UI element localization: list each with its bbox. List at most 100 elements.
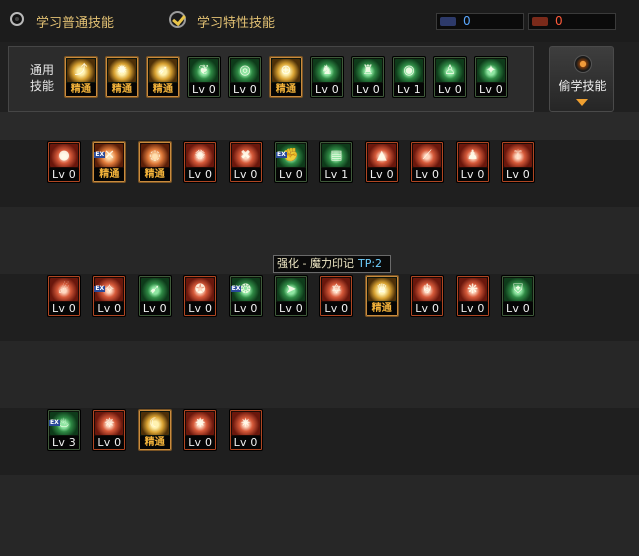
fireball-glyph: ● bbox=[58, 148, 70, 163]
skill-slot-common-9[interactable]: ♙ Lv 0 bbox=[433, 56, 467, 98]
tooltip-tp-cost: TP:2 bbox=[357, 257, 383, 270]
charge-glyph: ➤ bbox=[285, 282, 297, 297]
star-glyph: ✷ bbox=[240, 416, 252, 431]
skill-slot-r2-3[interactable]: ✸ Lv 0 bbox=[183, 409, 218, 451]
skill-slot-r0-10[interactable]: ⚚ Lv 0 bbox=[501, 141, 535, 183]
skill-slot-common-2[interactable]: ➶ 精通 bbox=[146, 56, 180, 98]
skill-level: Lv 0 bbox=[94, 436, 125, 449]
whirl-glyph: ◌ bbox=[149, 148, 161, 163]
skill-slot-r0-5[interactable]: ✊ EX Lv 0 bbox=[274, 141, 308, 183]
skill-level: Lv 0 bbox=[185, 302, 216, 315]
steal-skill-button[interactable]: 偷学技能 bbox=[549, 46, 614, 112]
shield-glyph: ⛨ bbox=[513, 282, 523, 297]
sp-2-value: 0 bbox=[555, 14, 563, 28]
comet-glyph: ☄ bbox=[58, 282, 70, 297]
skill-slot-r1-9[interactable]: ❋ Lv 0 bbox=[455, 275, 490, 317]
leap-glyph: ⤴ bbox=[74, 63, 88, 78]
skill-level: 精通 bbox=[107, 83, 137, 96]
crosshair-glyph: ⊕ bbox=[280, 63, 292, 78]
ward-glyph: ✦ bbox=[485, 63, 497, 78]
skill-slot-r1-5[interactable]: ➤ Lv 0 bbox=[274, 275, 308, 317]
steal-orb-icon bbox=[574, 55, 592, 73]
normal-skill-tab-label[interactable]: 学习普通技能 bbox=[36, 12, 114, 31]
skill-slot-r1-7[interactable]: ♛ 精通 bbox=[364, 275, 399, 317]
skill-slot-common-3[interactable]: ❦ Lv 0 bbox=[187, 56, 221, 98]
special-skill-check-icon[interactable] bbox=[169, 11, 186, 28]
common-skill-label: 通用 技能 bbox=[24, 62, 60, 94]
skill-level: Lv 0 bbox=[476, 83, 506, 96]
skill-level: Lv 0 bbox=[412, 302, 443, 315]
skill-level: Lv 0 bbox=[276, 168, 306, 181]
skill-slot-r2-0[interactable]: ♨ EX Lv 3 bbox=[47, 409, 81, 451]
skill-slot-r1-3[interactable]: ✪ Lv 0 bbox=[183, 275, 218, 317]
dropdown-arrow-icon bbox=[576, 99, 588, 106]
dragon-glyph: ☬ bbox=[422, 282, 432, 297]
skill-level: Lv 0 bbox=[353, 83, 383, 96]
skill-slot-r0-3[interactable]: ✺ Lv 0 bbox=[183, 141, 218, 183]
skill-level: Lv 0 bbox=[94, 302, 125, 315]
skill-slot-r1-1[interactable]: ✧ EX Lv 0 bbox=[92, 275, 127, 317]
skill-slot-r1-6[interactable]: ✡ Lv 0 bbox=[319, 275, 354, 317]
skill-slot-r0-7[interactable]: ▲ Lv 0 bbox=[364, 141, 399, 183]
ex-badge: EX bbox=[94, 285, 106, 292]
skill-slot-common-5[interactable]: ⊕ 精通 bbox=[269, 56, 303, 98]
special-skill-tab-label[interactable]: 学习特性技能 bbox=[197, 12, 275, 31]
dash-glyph: ➶ bbox=[157, 63, 169, 78]
skill-slot-r0-4[interactable]: ✖ Lv 0 bbox=[228, 141, 263, 183]
skill-slot-common-7[interactable]: ♜ Lv 0 bbox=[351, 56, 385, 98]
moon-glyph: ☾ bbox=[148, 416, 161, 431]
skill-slot-r1-4[interactable]: ❂ EX Lv 0 bbox=[228, 275, 263, 317]
vortex-glyph: ✵ bbox=[103, 416, 115, 431]
crown-glyph: ♛ bbox=[375, 282, 388, 297]
skill-slot-r1-8[interactable]: ☬ Lv 0 bbox=[410, 275, 445, 317]
skill-level: Lv 0 bbox=[230, 168, 261, 181]
staff-glyph: ⚚ bbox=[512, 148, 524, 163]
skill-slot-common-4[interactable]: ◎ Lv 0 bbox=[228, 56, 262, 98]
skill-level: Lv 0 bbox=[230, 83, 260, 96]
skill-slot-r1-10[interactable]: ⛨ Lv 0 bbox=[501, 275, 535, 317]
skill-tooltip: 强化 - 魔力印记 TP:2 bbox=[273, 255, 391, 273]
beast-glyph: ✪ bbox=[194, 282, 206, 297]
slash-glyph: ⟋ bbox=[422, 148, 432, 163]
top-bar: 学习普通技能 学习特性技能 0 0 bbox=[0, 0, 639, 42]
skill-slot-r0-8[interactable]: ⟋ Lv 0 bbox=[410, 141, 445, 183]
skill-slot-r1-2[interactable]: ➹ Lv 0 bbox=[137, 275, 172, 317]
ex-badge: EX bbox=[49, 419, 60, 426]
sp-2-icon bbox=[532, 17, 548, 26]
skill-slot-r0-0[interactable]: ● Lv 0 bbox=[47, 141, 81, 183]
skill-level: Lv 0 bbox=[185, 168, 216, 181]
target-glyph: ◎ bbox=[239, 63, 251, 78]
row-band-7 bbox=[0, 475, 639, 556]
runner-glyph: ➹ bbox=[149, 282, 161, 297]
skill-slot-r2-4[interactable]: ✷ Lv 0 bbox=[228, 409, 263, 451]
sp-box-1: 0 bbox=[436, 13, 524, 30]
normal-skill-radio[interactable] bbox=[10, 12, 24, 26]
soldier-glyph: ♞ bbox=[321, 63, 333, 78]
burst-glyph: ✹ bbox=[116, 63, 128, 78]
skill-level: Lv 0 bbox=[457, 168, 488, 181]
skill-slot-common-0[interactable]: ⤴ 精通 bbox=[64, 56, 98, 98]
skill-slot-r0-2[interactable]: ◌ 精通 bbox=[137, 141, 172, 183]
skill-slot-r2-1[interactable]: ✵ Lv 0 bbox=[92, 409, 127, 451]
skill-slot-r1-0[interactable]: ☄ Lv 0 bbox=[47, 275, 81, 317]
skill-slot-r2-2[interactable]: ☾ 精通 bbox=[137, 409, 172, 451]
skill-slot-common-8[interactable]: ◉ Lv 1 bbox=[392, 56, 426, 98]
skill-level: 精通 bbox=[148, 83, 178, 96]
skill-level: Lv 0 bbox=[230, 302, 261, 315]
skill-slot-r0-6[interactable]: ▤ Lv 1 bbox=[319, 141, 354, 183]
skill-level: Lv 0 bbox=[312, 83, 342, 96]
skill-level: Lv 0 bbox=[412, 168, 443, 181]
skill-level: 精通 bbox=[139, 436, 170, 449]
skill-slot-r0-1[interactable]: ✕ EX 精通 bbox=[92, 141, 127, 183]
skill-level: Lv 0 bbox=[230, 436, 261, 449]
skill-slot-common-10[interactable]: ✦ Lv 0 bbox=[474, 56, 508, 98]
skill-slot-common-1[interactable]: ✹ 精通 bbox=[105, 56, 139, 98]
skill-level: Lv 0 bbox=[457, 302, 488, 315]
skill-slot-r0-9[interactable]: ♟ Lv 0 bbox=[455, 141, 490, 183]
skill-level: Lv 0 bbox=[321, 302, 352, 315]
skill-level: Lv 0 bbox=[366, 168, 397, 181]
row-band-1 bbox=[0, 112, 639, 140]
skill-slot-common-6[interactable]: ♞ Lv 0 bbox=[310, 56, 344, 98]
witch-glyph: ▲ bbox=[376, 148, 387, 163]
blast-glyph: ✸ bbox=[194, 416, 206, 431]
